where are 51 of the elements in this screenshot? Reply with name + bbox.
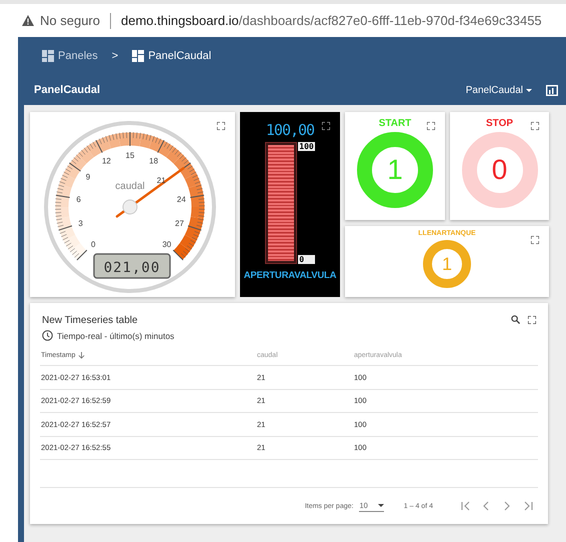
indicator-title: STOP <box>486 118 514 129</box>
gauge-tick-label: 6 <box>76 194 81 204</box>
caret-icon <box>378 504 384 506</box>
security-label[interactable]: No seguro <box>40 13 100 28</box>
gauge-tick-label: 15 <box>126 151 134 160</box>
gauge-needle <box>116 166 185 218</box>
gauge-tick-label: 3 <box>78 219 83 228</box>
fullscreen-icon[interactable] <box>528 316 536 324</box>
dashboard-icon <box>132 50 144 62</box>
address-url[interactable]: demo.thingsboard.io/dashboards/acf827e0-6fff-11eb-970d-f34e69c33455 <box>120 13 542 28</box>
gauge-tick-label: 18 <box>149 156 158 166</box>
last-page-button[interactable] <box>524 501 533 511</box>
next-page-button[interactable] <box>503 501 512 511</box>
first-page-button[interactable] <box>461 501 470 511</box>
breadcrumb-link[interactable]: Paneles <box>58 50 98 62</box>
warning-icon <box>22 15 34 26</box>
sort-arrow-icon <box>78 352 86 358</box>
bar-gauge-value: 100,00 <box>266 121 314 139</box>
gauge-tick-label: 24 <box>176 194 186 204</box>
gauge-tick-label: 21 <box>156 176 166 185</box>
layout-icon[interactable] <box>546 84 558 96</box>
indicator-title: START <box>378 118 412 129</box>
timewindow-label[interactable]: Tiempo-real - último(s) minutos <box>57 330 174 340</box>
breadcrumb-link[interactable]: PanelCaudal <box>148 50 212 62</box>
table-title: New Timeseries table <box>42 315 139 326</box>
caret-icon <box>526 88 532 92</box>
gauge-tick-label: 27 <box>175 219 184 228</box>
indicator-value: 1 <box>387 154 403 186</box>
breadcrumb-separator: > <box>112 50 118 62</box>
fullscreen-icon[interactable] <box>217 122 225 130</box>
dashboard-select[interactable]: PanelCaudal <box>466 84 532 96</box>
fullscreen-icon[interactable] <box>531 236 539 244</box>
previous-page-button[interactable] <box>482 501 491 511</box>
gauge-tick-label: 12 <box>102 156 111 166</box>
gauge-tick-label: 30 <box>162 240 172 249</box>
gauge-tick-label: 0 <box>91 240 96 249</box>
bar-gauge-max: 100 <box>298 142 315 151</box>
gauge-tick-label: 9 <box>86 172 90 182</box>
gauge-readout: 021,00 <box>104 260 160 276</box>
gauge-label: caudal <box>115 181 145 192</box>
bar-gauge-min: 0 <box>298 255 315 264</box>
clock-icon <box>42 330 53 341</box>
indicator-value: 1 <box>442 254 452 274</box>
bar-gauge-label: APERTURAVALVULA <box>244 270 336 281</box>
indicator-value: 0 <box>492 154 508 186</box>
dashboard-title: PanelCaudal <box>34 84 102 96</box>
fullscreen-icon[interactable] <box>531 122 539 130</box>
fullscreen-icon[interactable] <box>322 122 330 130</box>
search-icon[interactable] <box>511 315 520 324</box>
dashboard-icon <box>42 50 54 62</box>
fullscreen-icon[interactable] <box>427 122 435 130</box>
